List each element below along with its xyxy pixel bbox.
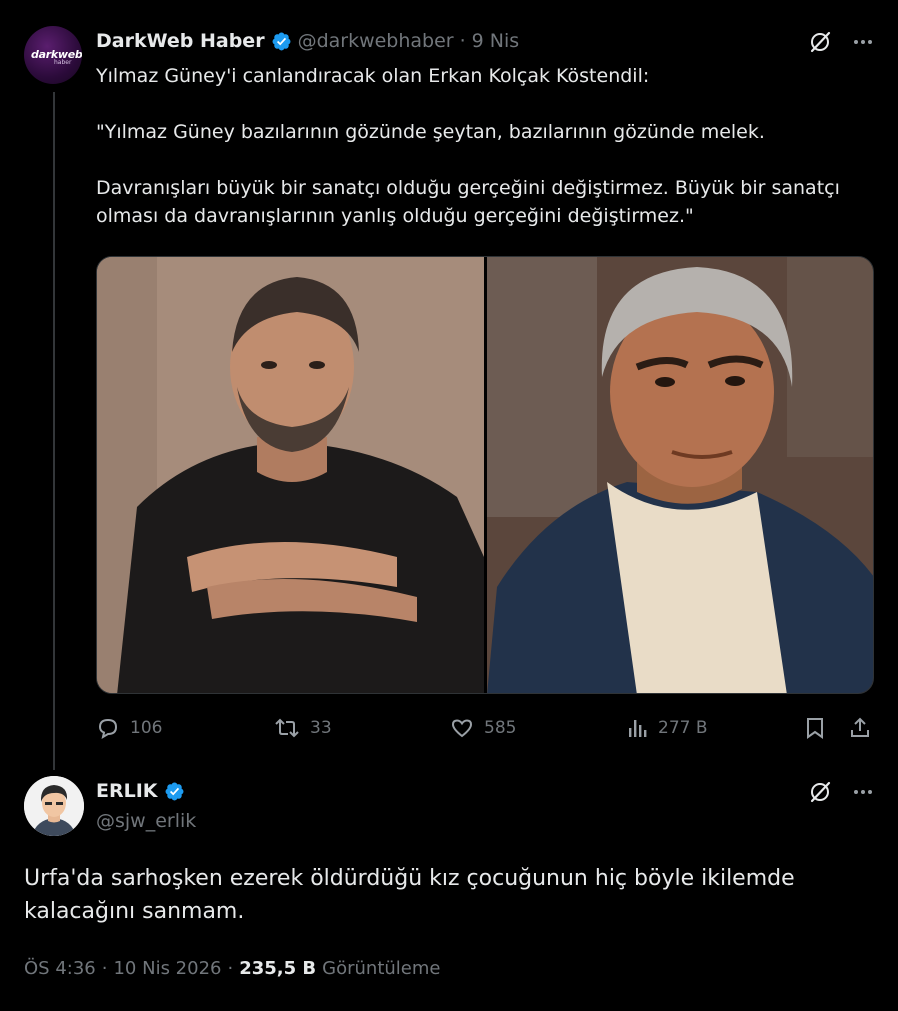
verified-badge-icon [165, 782, 183, 800]
photo-erkan-kolcak-kostendil[interactable] [97, 257, 484, 693]
views-count: 277 B [658, 718, 708, 738]
page: darkweb haber DarkWeb Haber @darkwebhabe… [0, 0, 898, 1011]
tweet-actions: 106 33 585 277 B [96, 712, 878, 744]
reply-icon [98, 718, 118, 740]
more-icon[interactable] [852, 30, 874, 54]
repost-count: 33 [310, 718, 332, 738]
share-button[interactable] [848, 712, 872, 744]
tweet-date[interactable]: 9 Nis [472, 30, 520, 52]
photo-yilmaz-guney[interactable] [486, 257, 873, 693]
author-name[interactable]: DarkWeb Haber [96, 30, 265, 52]
tweet-text-line: Davranışları büyük bir sanatçı olduğu ge… [96, 177, 840, 227]
main-tweet-header: ERLIK [96, 780, 185, 802]
reply-button[interactable]: 106 [96, 712, 162, 744]
header-separator: · [459, 30, 466, 52]
reply-count: 106 [130, 718, 163, 738]
more-icon[interactable] [852, 780, 874, 804]
main-author-name[interactable]: ERLIK [96, 780, 158, 802]
like-button[interactable]: 585 [450, 712, 516, 744]
tweet-text-line: "Yılmaz Güney bazılarının gözünde şeytan… [96, 121, 765, 143]
verified-badge-icon [272, 32, 291, 50]
like-icon [451, 719, 473, 738]
bookmark-icon [807, 718, 823, 739]
repost-icon [275, 718, 299, 738]
tweet-media[interactable] [96, 256, 874, 694]
like-count: 585 [484, 718, 517, 738]
thread-line [53, 92, 55, 770]
views-icon [629, 720, 647, 737]
main-tweet-text: Urfa'da sarhoşken ezerek öldürdüğü kız ç… [24, 866, 795, 924]
meta-separator: · [227, 958, 234, 979]
tweet-header: DarkWeb Haber @darkwebhaber · 9 Nis [96, 28, 519, 54]
avatar-darkwebhaber[interactable]: darkweb haber [24, 26, 82, 84]
tweet-full-date[interactable]: 10 Nis 2026 [113, 958, 221, 979]
main-tweet-meta: ÖS 4:36 · 10 Nis 2026 · 235,5 B Görüntül… [24, 958, 440, 979]
tweet-time[interactable]: ÖS 4:36 [24, 958, 96, 979]
tweet-top-icons [808, 30, 874, 54]
grok-icon[interactable] [808, 780, 832, 804]
meta-separator: · [101, 958, 108, 979]
views-button[interactable]: 277 B [626, 712, 708, 744]
repost-button[interactable]: 33 [274, 712, 332, 744]
grok-icon[interactable] [808, 30, 832, 54]
author-handle[interactable]: @darkwebhaber [298, 30, 454, 52]
share-icon [851, 717, 869, 737]
main-views-label: Görüntüleme [322, 958, 441, 979]
tweet-text: Yılmaz Güney'i canlandıracak olan Erkan … [96, 62, 866, 230]
main-author-handle[interactable]: @sjw_erlik [96, 810, 196, 832]
bookmark-button[interactable] [804, 712, 826, 744]
tweet-text-line: Yılmaz Güney'i canlandıracak olan Erkan … [96, 65, 650, 87]
main-views-count: 235,5 B [239, 958, 317, 979]
main-tweet-top-icons [808, 780, 874, 804]
avatar-logo-sub: haber [54, 59, 72, 66]
avatar-sjw-erlik[interactable] [24, 776, 84, 836]
